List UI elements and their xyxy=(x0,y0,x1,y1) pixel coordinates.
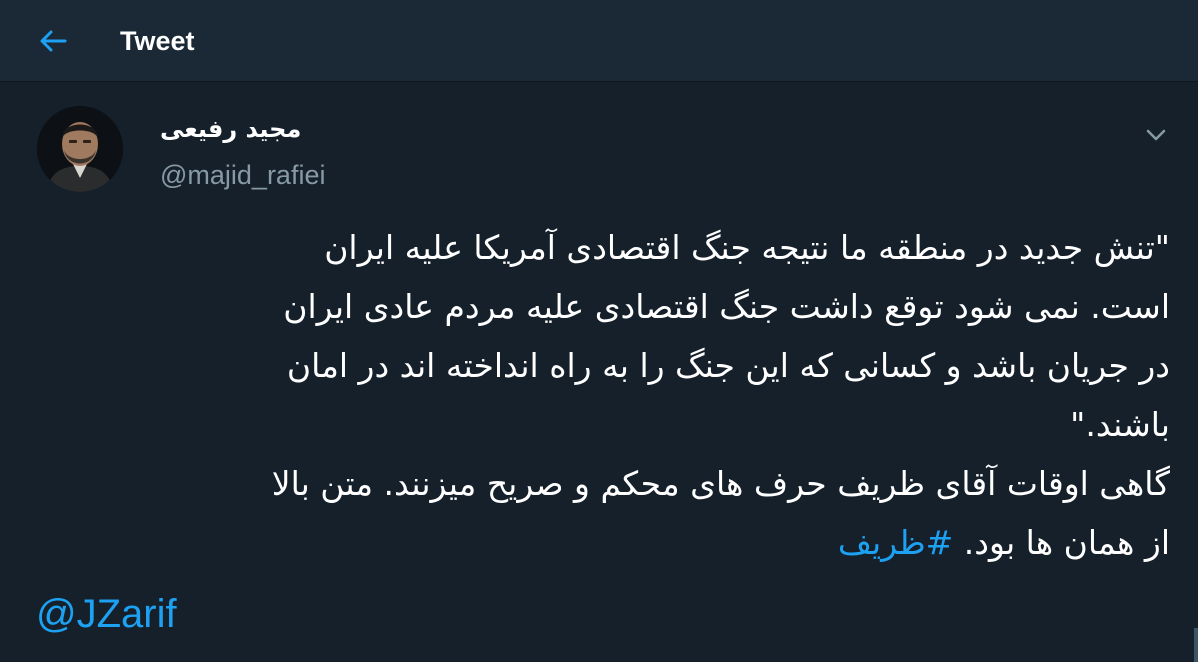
tweet-text-line: است. نمی شود توقع داشت جنگ اقتصادی علیه … xyxy=(283,287,1170,326)
tweet-text: "تنش جدید در منطقه ما نتیجه جنگ اقتصادی … xyxy=(36,218,1170,572)
author-display-name[interactable]: مجید رفیعی xyxy=(160,112,301,146)
tweet-text-last-line: از همان ها بود. #ظریف xyxy=(36,513,1170,572)
tweet-text-line: در جریان باشد و کسانی که این جنگ را به ر… xyxy=(286,346,1170,385)
scrollbar[interactable] xyxy=(1194,628,1198,662)
back-button[interactable] xyxy=(30,22,76,60)
tweet-text-line: "تنش جدید در منطقه ما نتیجه جنگ اقتصادی … xyxy=(324,228,1170,267)
tweet-detail: مجید رفیعی @majid_rafiei "تنش جدید در من… xyxy=(0,82,1198,662)
page-title: Tweet xyxy=(120,26,195,56)
tweet-text-line: باشند." xyxy=(1070,405,1170,444)
top-bar: Tweet xyxy=(0,0,1198,82)
tweet-menu-button[interactable] xyxy=(1138,120,1174,150)
chevron-down-icon xyxy=(1146,129,1166,141)
arrow-left-icon xyxy=(40,30,67,52)
tweet-text-line: گاهی اوقات آقای ظریف حرف های محکم و صریح… xyxy=(271,464,1170,503)
hashtag-link[interactable]: #ظریف xyxy=(838,523,953,562)
avatar-photo xyxy=(37,106,123,192)
tweet-text-fragment: از همان ها بود. xyxy=(953,523,1170,562)
author-handle[interactable]: @majid_rafiei xyxy=(160,158,325,192)
avatar[interactable] xyxy=(37,106,123,192)
mention-link[interactable]: @JZarif xyxy=(36,586,177,642)
